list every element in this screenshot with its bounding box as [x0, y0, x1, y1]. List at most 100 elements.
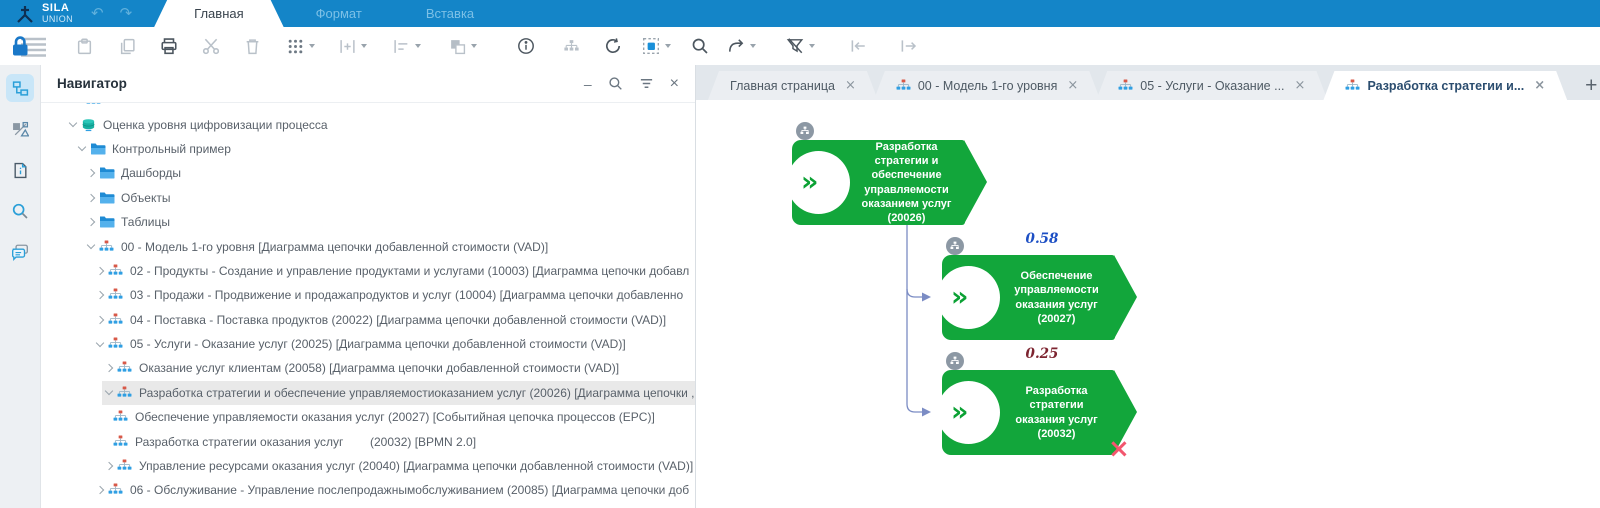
redo-dropdown-caret[interactable]	[750, 44, 756, 48]
tab-close-icon[interactable]: ×	[1067, 78, 1078, 93]
tree-row[interactable]: Управление ресурсами оказания услуг (200…	[41, 454, 695, 478]
menu-tab-Вставка[interactable]: Вставка	[394, 0, 506, 27]
folder-icon	[99, 215, 116, 229]
decomposition-badge-icon[interactable]	[946, 237, 964, 255]
arrowhead-icon	[922, 292, 931, 302]
tree-row[interactable]: 06 - Обслуживание - Управление послепрод…	[41, 478, 695, 502]
tree-row[interactable]: Оказание услуг клиентам (20058) [Диаграм…	[41, 356, 695, 380]
navigator-search-icon[interactable]	[608, 76, 623, 91]
copy-icon[interactable]	[119, 35, 136, 57]
align-icon[interactable]	[393, 35, 410, 57]
grid-dropdown-caret[interactable]	[309, 44, 315, 48]
expand-chevron-icon[interactable]	[93, 315, 106, 324]
tree-row[interactable]: 00 - Модель 1-го уровня [Диаграмма цепоч…	[41, 234, 695, 258]
rail-comments-icon[interactable]	[6, 238, 34, 266]
decomposition-badge-icon[interactable]	[796, 122, 814, 140]
tree-row[interactable]: Объекты	[41, 186, 695, 210]
grid-icon[interactable]	[287, 35, 304, 57]
hierarchy-icon[interactable]	[563, 35, 580, 57]
distribute-dropdown-caret[interactable]	[361, 44, 367, 48]
tree-item-label: Контрольный пример	[112, 141, 231, 156]
filter-off-icon[interactable]	[786, 35, 804, 57]
expand-chevron-icon[interactable]	[93, 486, 106, 495]
collapse-right-icon[interactable]	[899, 35, 917, 57]
expand-chevron-icon[interactable]	[93, 266, 106, 276]
tree-row[interactable]: Таблицы	[41, 210, 695, 234]
expand-chevron-icon[interactable]	[102, 364, 115, 373]
redo-icon[interactable]: ↷	[120, 6, 133, 21]
connector-line[interactable]	[906, 288, 922, 298]
decomposition-badge-icon[interactable]	[946, 352, 964, 370]
document-tab[interactable]: 05 - Услуги - Оказание ... ×	[1096, 71, 1327, 100]
tree-row[interactable]: 04 - Поставка - Поставка продуктов (2002…	[41, 308, 695, 332]
collapse-chevron-icon[interactable]	[75, 143, 88, 152]
collapse-chevron-icon[interactable]	[66, 118, 79, 128]
vad-process-shape[interactable]: » Разработка стратегии и обеспечение упра…	[787, 140, 987, 225]
tree-row[interactable]: Оценка уровня цифровизации процесса	[41, 112, 695, 136]
tree-row[interactable]: Дашборды	[41, 161, 695, 185]
arrange-icon[interactable]	[449, 35, 466, 57]
document-tab[interactable]: Разработка стратегии и... ×	[1323, 71, 1567, 100]
new-tab-button[interactable]: +	[1585, 75, 1597, 96]
vad-process-shape[interactable]: » Обеспечение управляемости оказания услу…	[937, 255, 1137, 340]
tree-row-content: 06 - Обслуживание - Управление послепрод…	[93, 478, 695, 502]
lock-pages-icon[interactable]	[12, 35, 48, 57]
tab-close-icon[interactable]: ×	[845, 78, 856, 93]
expand-chevron-icon[interactable]	[84, 217, 97, 227]
tree-item-label: Разработка стратегии и обеспечение управ…	[139, 385, 695, 400]
collapse-chevron-icon[interactable]	[93, 338, 106, 347]
rail-shapes-icon[interactable]	[6, 115, 34, 143]
tab-close-icon[interactable]: ×	[1534, 78, 1545, 93]
tab-close-icon[interactable]: ×	[1295, 78, 1306, 93]
connector-line[interactable]	[906, 225, 922, 413]
tree-row[interactable]: Контрольный пример	[41, 137, 695, 161]
folder-icon	[90, 142, 107, 156]
tree-row[interactable]: Обеспечение управляемости оказания услуг…	[41, 405, 695, 429]
diagram-icon	[117, 459, 134, 473]
tree-row[interactable]: 02 - Продукты - Создание и управление пр…	[41, 259, 695, 283]
rail-search-icon[interactable]	[6, 197, 34, 225]
collapse-left-icon[interactable]	[849, 35, 867, 57]
tree-row-content: Управление ресурсами оказания услуг (200…	[102, 454, 695, 478]
expand-chevron-icon[interactable]	[84, 193, 97, 202]
redo-step-icon[interactable]	[727, 35, 745, 57]
tree-row-content: 03 - Продажи - Продвижение и продажапрод…	[93, 283, 695, 307]
refresh-icon[interactable]	[604, 35, 622, 57]
search-icon[interactable]	[691, 35, 709, 57]
undo-icon[interactable]: ↶	[91, 6, 104, 21]
collapse-chevron-icon[interactable]	[102, 387, 115, 396]
navigator-filter-icon[interactable]	[639, 76, 654, 91]
align-dropdown-caret[interactable]	[415, 44, 421, 48]
collapse-chevron-icon[interactable]	[84, 240, 97, 250]
expand-chevron-icon[interactable]	[84, 169, 97, 178]
expand-chevron-icon[interactable]	[102, 461, 115, 471]
tree-row[interactable]: Разработка стратегии и обеспечение управ…	[41, 380, 695, 406]
rail-navigator-icon[interactable]	[6, 74, 34, 102]
arrange-dropdown-caret[interactable]	[471, 44, 477, 48]
tree-row[interactable]: 05 - Услуги - Оказание услуг (20025) [Ди…	[41, 332, 695, 356]
cut-icon[interactable]	[202, 35, 220, 57]
paste-icon[interactable]	[76, 35, 93, 57]
selection-dropdown-caret[interactable]	[665, 44, 671, 48]
chevron-double-icon: »	[951, 395, 969, 427]
navigator-close-icon[interactable]: ×	[670, 75, 679, 92]
expand-chevron-icon[interactable]	[93, 291, 106, 300]
document-tab[interactable]: Главная страница ×	[708, 71, 878, 100]
delete-icon[interactable]	[244, 35, 261, 57]
print-icon[interactable]	[160, 35, 178, 57]
tree-row[interactable]: 07 -	[41, 503, 695, 508]
menu-tab-Формат[interactable]: Формат	[284, 0, 394, 27]
info-icon[interactable]	[517, 35, 535, 57]
rail-document-info-icon[interactable]	[6, 156, 34, 184]
selection-icon[interactable]	[642, 35, 660, 57]
tree-row[interactable]	[41, 103, 695, 112]
filter-dropdown-caret[interactable]	[809, 44, 815, 48]
diagram-canvas[interactable]: » Разработка стратегии и обеспечение упра…	[696, 100, 1600, 508]
navigator-minimize-icon[interactable]: –	[584, 77, 592, 91]
document-tab[interactable]: 00 - Модель 1-го уровня ×	[874, 71, 1100, 100]
shape-notch	[937, 266, 1000, 329]
distribute-icon[interactable]	[339, 35, 356, 57]
tree-row[interactable]: Разработка стратегии оказания услуг (200…	[41, 429, 695, 453]
menu-tab-Главная[interactable]: Главная	[154, 0, 283, 27]
tree-row[interactable]: 03 - Продажи - Продвижение и продажапрод…	[41, 283, 695, 307]
